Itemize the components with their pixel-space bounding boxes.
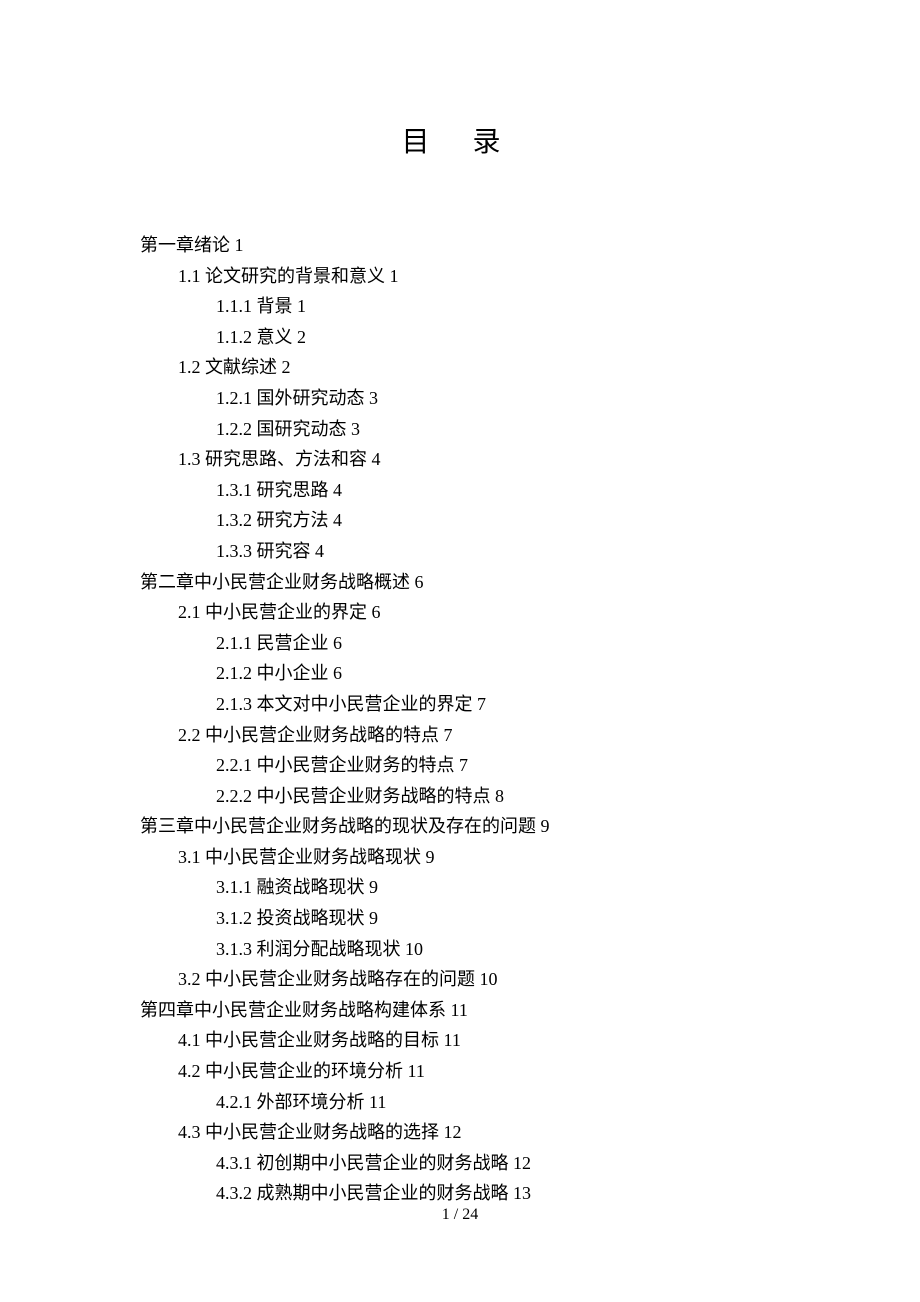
toc-entry: 1.3 研究思路、方法和容 4 — [178, 444, 780, 475]
document-page: 目 录 第一章绪论 11.1 论文研究的背景和意义 11.1.1 背景 11.1… — [0, 0, 920, 1269]
toc-entry: 2.1.3 本文对中小民营企业的界定 7 — [216, 689, 780, 720]
toc-entry: 4.3 中小民营企业财务战略的选择 12 — [178, 1117, 780, 1148]
toc-entry: 第四章中小民营企业财务战略构建体系 11 — [140, 995, 780, 1026]
toc-entry: 4.1 中小民营企业财务战略的目标 11 — [178, 1025, 780, 1056]
toc-entry: 4.2 中小民营企业的环境分析 11 — [178, 1056, 780, 1087]
toc-entry: 第一章绪论 1 — [140, 230, 780, 261]
toc-entry: 2.1.1 民营企业 6 — [216, 628, 780, 659]
toc-entry: 1.3.2 研究方法 4 — [216, 505, 780, 536]
toc-entry: 1.1 论文研究的背景和意义 1 — [178, 261, 780, 292]
toc-entry: 3.1 中小民营企业财务战略现状 9 — [178, 842, 780, 873]
toc-entry: 2.2 中小民营企业财务战略的特点 7 — [178, 720, 780, 751]
toc-entry: 3.1.2 投资战略现状 9 — [216, 903, 780, 934]
toc-entry: 1.1.1 背景 1 — [216, 291, 780, 322]
toc-entry: 3.1.3 利润分配战略现状 10 — [216, 934, 780, 965]
toc-entry: 1.3.1 研究思路 4 — [216, 475, 780, 506]
toc-entry: 4.3.2 成熟期中小民营企业的财务战略 13 — [216, 1178, 780, 1209]
page-footer: 1 / 24 — [0, 1206, 920, 1224]
toc-entry: 第三章中小民营企业财务战略的现状及存在的问题 9 — [140, 811, 780, 842]
toc-entry: 第二章中小民营企业财务战略概述 6 — [140, 567, 780, 598]
toc-entry: 3.2 中小民营企业财务战略存在的问题 10 — [178, 964, 780, 995]
toc-entry: 1.2.2 国研究动态 3 — [216, 414, 780, 445]
toc-entry: 4.2.1 外部环境分析 11 — [216, 1087, 780, 1118]
toc-entry: 1.2.1 国外研究动态 3 — [216, 383, 780, 414]
toc-entry: 2.1.2 中小企业 6 — [216, 658, 780, 689]
toc-list: 第一章绪论 11.1 论文研究的背景和意义 11.1.1 背景 11.1.2 意… — [140, 230, 780, 1209]
toc-entry: 3.1.1 融资战略现状 9 — [216, 872, 780, 903]
toc-title: 目 录 — [140, 120, 780, 160]
toc-entry: 2.2.1 中小民营企业财务的特点 7 — [216, 750, 780, 781]
toc-entry: 2.1 中小民营企业的界定 6 — [178, 597, 780, 628]
toc-entry: 1.1.2 意义 2 — [216, 322, 780, 353]
toc-entry: 4.3.1 初创期中小民营企业的财务战略 12 — [216, 1148, 780, 1179]
toc-entry: 1.3.3 研究容 4 — [216, 536, 780, 567]
toc-entry: 2.2.2 中小民营企业财务战略的特点 8 — [216, 781, 780, 812]
toc-entry: 1.2 文献综述 2 — [178, 352, 780, 383]
